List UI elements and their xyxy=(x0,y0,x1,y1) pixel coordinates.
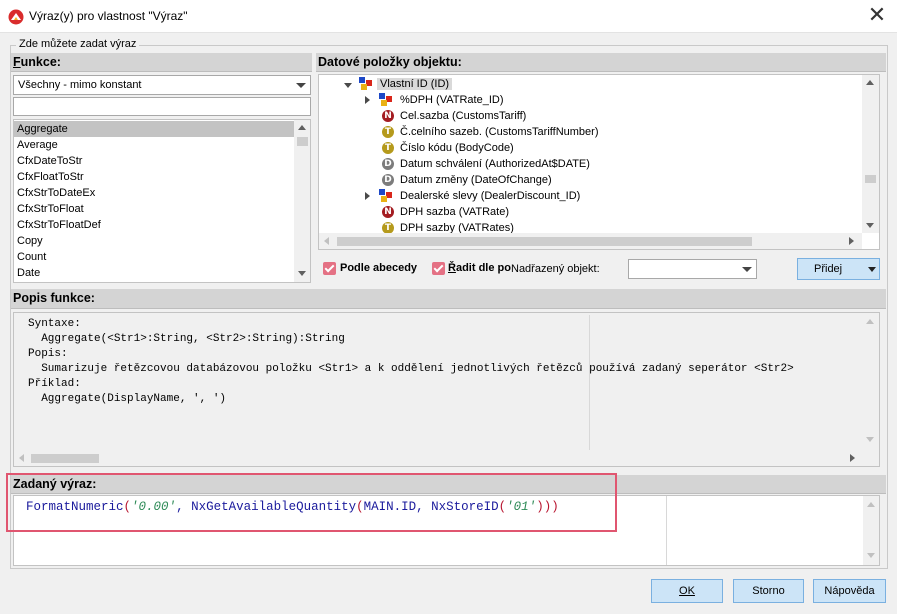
type-n-icon: N xyxy=(382,110,394,122)
object-icon xyxy=(359,77,373,91)
description-line: Syntaxe: xyxy=(28,318,81,330)
scroll-thumb[interactable] xyxy=(865,175,876,183)
description-hscrollbar[interactable] xyxy=(14,450,862,466)
description-line: Příklad: xyxy=(28,378,81,390)
function-list-item[interactable]: CfxFloatToStr xyxy=(14,169,294,185)
ok-button[interactable]: OK xyxy=(651,579,723,603)
data-items-header: Datové položky objektu: xyxy=(316,53,886,72)
object-icon xyxy=(379,189,393,203)
description-vscrollbar[interactable] xyxy=(862,313,879,450)
parent-object-label: Nadřazený objekt: xyxy=(511,263,600,275)
tree-item[interactable]: Č.celního sazeb. (CustomsTariffNumber) xyxy=(400,124,598,140)
scroll-thumb[interactable] xyxy=(337,237,752,246)
close-icon[interactable]: ✕ xyxy=(862,3,892,29)
scroll-up-icon[interactable] xyxy=(298,125,306,130)
function-list[interactable]: Aggregate Average CfxDateToStr CfxFloatToSt… xyxy=(13,119,311,283)
chevron-down-icon xyxy=(296,83,306,88)
tree-item[interactable]: Číslo kódu (BodyCode) xyxy=(400,140,514,156)
scroll-left-icon[interactable] xyxy=(324,237,329,245)
scroll-down-icon[interactable] xyxy=(866,437,874,442)
data-tree-vscrollbar[interactable] xyxy=(862,75,879,233)
help-button[interactable]: Nápověda xyxy=(813,579,886,603)
divider xyxy=(589,315,590,451)
function-list-item[interactable]: CfxStrToFloat xyxy=(14,201,294,217)
function-list-item[interactable]: Average xyxy=(14,137,294,153)
object-icon xyxy=(379,93,393,107)
function-list-item[interactable]: Aggregate xyxy=(14,121,294,137)
scroll-thumb[interactable] xyxy=(297,137,308,146)
scroll-down-icon[interactable] xyxy=(867,553,875,558)
scroll-down-icon[interactable] xyxy=(866,223,874,228)
description-line: Aggregate(DisplayName, ', ') xyxy=(28,393,227,405)
sort-by-label: Řadit dle po xyxy=(448,262,511,274)
function-list-item[interactable]: CfxStrToDateEx xyxy=(14,185,294,201)
add-button[interactable]: Přidej xyxy=(797,258,880,280)
description-line: Sumarizuje řetězcovou databázovou položk… xyxy=(28,363,794,375)
type-t-icon: T xyxy=(382,126,394,138)
parent-object-select[interactable] xyxy=(628,259,757,279)
expander-closed-icon[interactable] xyxy=(365,96,370,104)
function-filter-select[interactable]: Všechny - mimo konstant xyxy=(13,75,311,95)
function-filter-value: Všechny - mimo konstant xyxy=(18,79,142,91)
function-list-item[interactable]: CfxStrToFloatDef xyxy=(14,217,294,233)
scroll-up-icon[interactable] xyxy=(866,319,874,324)
sort-alpha-label: Podle abecedy xyxy=(340,262,418,274)
type-d-icon: D xyxy=(382,158,394,170)
function-search-input[interactable] xyxy=(13,97,311,116)
group-label: Zde můžete zadat výraz xyxy=(16,38,140,50)
functions-header: Funkce: xyxy=(11,53,312,72)
function-list-item[interactable]: Copy xyxy=(14,233,294,249)
data-items-tree[interactable]: Vlastní ID (ID) %DPH (VATRate_ID) N Cel.sa… xyxy=(318,74,880,250)
function-list-scrollbar[interactable] xyxy=(294,120,310,282)
scroll-thumb[interactable] xyxy=(31,454,99,463)
expander-closed-icon[interactable] xyxy=(365,192,370,200)
scroll-left-icon[interactable] xyxy=(19,454,24,462)
description-line: Popis: xyxy=(28,348,68,360)
scroll-up-icon[interactable] xyxy=(867,502,875,507)
type-d-icon: D xyxy=(382,174,394,186)
expander-open-icon[interactable] xyxy=(344,83,352,88)
highlight-box xyxy=(6,473,617,532)
description-header: Popis funkce: xyxy=(11,289,886,309)
chevron-down-icon xyxy=(742,267,752,272)
data-tree-hscrollbar[interactable] xyxy=(319,233,862,249)
type-t-icon: T xyxy=(382,142,394,154)
description-box: Syntaxe: Aggregate(<Str1>:String, <Str2>… xyxy=(13,312,880,467)
window-title: Výraz(y) pro vlastnost "Výraz" xyxy=(29,9,188,23)
tree-item[interactable]: Cel.sazba (CustomsTariff) xyxy=(400,108,526,124)
sort-by-checkbox[interactable] xyxy=(432,262,445,275)
scroll-right-icon[interactable] xyxy=(850,454,855,462)
tree-item[interactable]: %DPH (VATRate_ID) xyxy=(400,92,504,108)
divider xyxy=(666,496,667,565)
scroll-up-icon[interactable] xyxy=(866,80,874,85)
sort-alpha-checkbox[interactable] xyxy=(323,262,336,275)
scroll-down-icon[interactable] xyxy=(298,271,306,276)
tree-item[interactable]: Datum změny (DateOfChange) xyxy=(400,172,552,188)
expression-vscrollbar[interactable] xyxy=(863,496,879,565)
tree-item[interactable]: Datum schválení (AuthorizedAt$DATE) xyxy=(400,156,590,172)
type-n-icon: N xyxy=(382,206,394,218)
app-logo-icon xyxy=(8,9,24,25)
tree-root-item[interactable]: Vlastní ID (ID) xyxy=(377,76,453,92)
function-list-item[interactable]: Count xyxy=(14,249,294,265)
tree-item[interactable]: Dealerské slevy (DealerDiscount_ID) xyxy=(400,188,580,204)
chevron-down-icon[interactable] xyxy=(868,267,876,272)
function-list-item[interactable]: Date xyxy=(14,265,294,281)
scroll-right-icon[interactable] xyxy=(849,237,854,245)
function-list-item[interactable]: CfxDateToStr xyxy=(14,153,294,169)
description-line: Aggregate(<Str1>:String, <Str2>:String):… xyxy=(28,333,345,345)
cancel-button[interactable]: Storno xyxy=(733,579,804,603)
tree-item[interactable]: DPH sazba (VATRate) xyxy=(400,204,509,220)
